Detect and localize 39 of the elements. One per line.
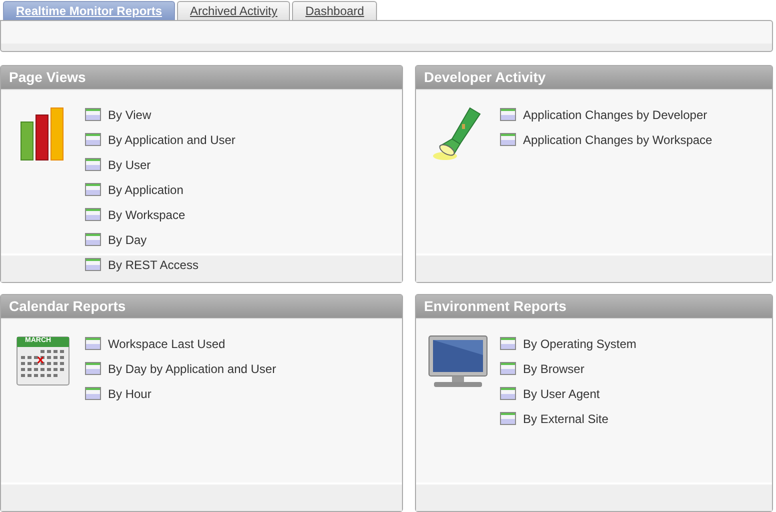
report-link[interactable]: By Application and User (85, 131, 236, 148)
report-icon (500, 412, 516, 425)
tab[interactable]: Dashboard (292, 1, 378, 20)
report-link[interactable]: Application Changes by Developer (500, 106, 712, 123)
report-icon (500, 387, 516, 400)
region-title: Environment Reports (416, 295, 772, 319)
report-icon (500, 133, 516, 146)
report-link[interactable]: By Operating System (500, 335, 636, 352)
report-link[interactable]: By Browser (500, 360, 636, 377)
report-link[interactable]: By External Site (500, 410, 636, 427)
report-icon (500, 108, 516, 121)
report-icon (85, 183, 101, 196)
report-link[interactable]: By Hour (85, 385, 276, 402)
report-icon (85, 208, 101, 221)
report-link[interactable]: By Day (85, 231, 236, 248)
report-link[interactable]: Workspace Last Used (85, 335, 276, 352)
report-icon (85, 337, 101, 350)
report-icon (85, 258, 101, 271)
report-icon (500, 337, 516, 350)
report-link[interactable]: Application Changes by Workspace (500, 131, 712, 148)
region-title: Developer Activity (416, 66, 772, 90)
report-link[interactable]: By REST Access (85, 256, 236, 273)
report-icon (85, 233, 101, 246)
report-icon (85, 387, 101, 400)
report-icon (85, 158, 101, 171)
report-icon (85, 362, 101, 375)
tab[interactable]: Archived Activity (177, 1, 290, 20)
report-link[interactable]: By User Agent (500, 385, 636, 402)
report-link[interactable]: By User (85, 156, 236, 173)
report-icon (85, 108, 101, 121)
report-link[interactable]: By View (85, 106, 236, 123)
report-link[interactable]: By Application (85, 181, 236, 198)
region-title: Calendar Reports (1, 295, 402, 319)
report-link[interactable]: By Day by Application and User (85, 360, 276, 377)
report-icon (85, 133, 101, 146)
report-link[interactable]: By Workspace (85, 206, 236, 223)
monitor-icon (428, 335, 488, 389)
report-icon (500, 362, 516, 375)
region-title: Page Views (1, 66, 402, 90)
